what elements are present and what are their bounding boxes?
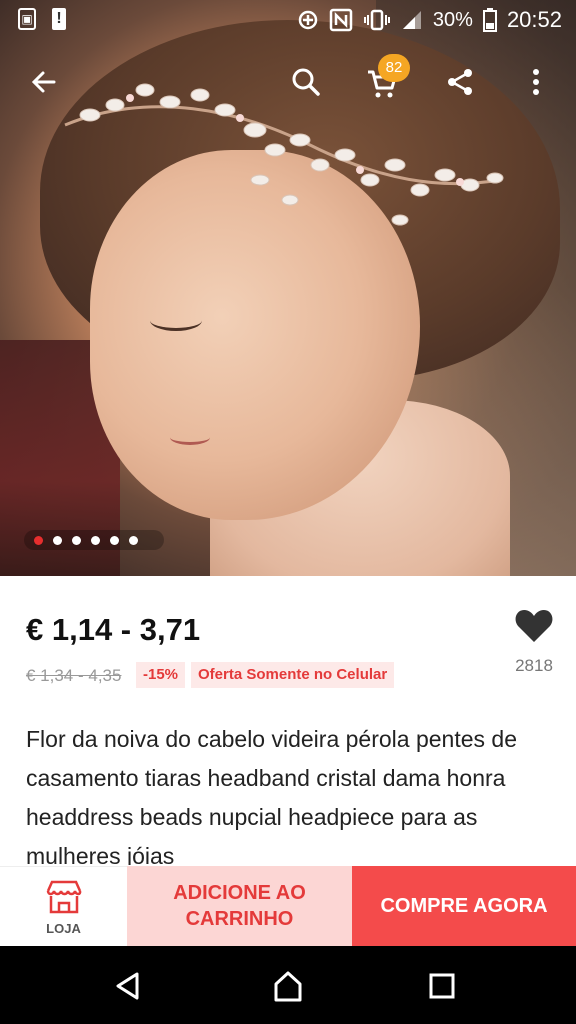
carousel-dot[interactable] bbox=[34, 535, 43, 545]
product-title: Flor da noiva do cabelo videira pérola p… bbox=[26, 726, 517, 865]
add-to-cart-label-line1: ADICIONE AO bbox=[173, 882, 306, 904]
clock: 20:52 bbox=[506, 7, 562, 32]
back-arrow-icon[interactable] bbox=[22, 60, 66, 104]
original-price: € 1,34 - 4,35 bbox=[26, 666, 122, 685]
carousel-dot[interactable] bbox=[53, 535, 62, 545]
system-nav-bar bbox=[0, 946, 576, 1024]
share-icon[interactable] bbox=[438, 60, 482, 104]
mobile-offer-badge: Oferta Somente no Celular bbox=[191, 662, 395, 688]
add-to-cart-button[interactable]: ADICIONE AO CARRINHO bbox=[127, 866, 352, 946]
nav-recents-icon[interactable] bbox=[422, 968, 462, 1004]
battery-percent: 30% bbox=[432, 8, 473, 31]
carousel-dot[interactable] bbox=[72, 535, 81, 545]
store-label: LOJA bbox=[46, 921, 81, 936]
carousel-dot[interactable] bbox=[91, 535, 100, 545]
model-eye bbox=[150, 310, 202, 331]
signal-icon bbox=[402, 11, 421, 29]
carousel-dot[interactable] bbox=[110, 535, 119, 545]
nav-back-icon[interactable] bbox=[108, 968, 148, 1004]
vibrate-icon bbox=[363, 9, 390, 31]
carousel-indicator bbox=[24, 530, 164, 550]
carousel-dot[interactable] bbox=[129, 535, 138, 545]
screenshot-icon: ▣ bbox=[18, 8, 36, 30]
wishlist-count: 2818 bbox=[515, 656, 553, 675]
status-bar: ▣ ! 30% 20:52 bbox=[0, 0, 576, 40]
nfc-icon bbox=[329, 8, 353, 32]
discount-badge: -15% bbox=[136, 662, 186, 688]
bottom-action-bar: LOJA ADICIONE AO CARRINHO COMPRE AGORA bbox=[0, 866, 576, 947]
store-button[interactable]: LOJA bbox=[0, 866, 127, 947]
alert-icon: ! bbox=[52, 8, 66, 30]
data-saver-icon bbox=[298, 10, 318, 30]
model-mouth bbox=[170, 430, 210, 445]
buy-now-button[interactable]: COMPRE AGORA bbox=[352, 866, 576, 946]
heart-icon[interactable] bbox=[514, 608, 554, 648]
nav-home-icon[interactable] bbox=[268, 968, 308, 1004]
more-vert-icon[interactable] bbox=[514, 60, 558, 104]
top-action-bar bbox=[0, 54, 576, 114]
price-range: € 1,14 - 3,71 bbox=[26, 612, 201, 647]
cart-count-badge: 82 bbox=[378, 54, 410, 82]
search-icon[interactable] bbox=[284, 60, 328, 104]
store-icon bbox=[46, 880, 82, 914]
battery-icon bbox=[482, 8, 497, 32]
add-to-cart-label-line2: CARRINHO bbox=[185, 908, 294, 930]
